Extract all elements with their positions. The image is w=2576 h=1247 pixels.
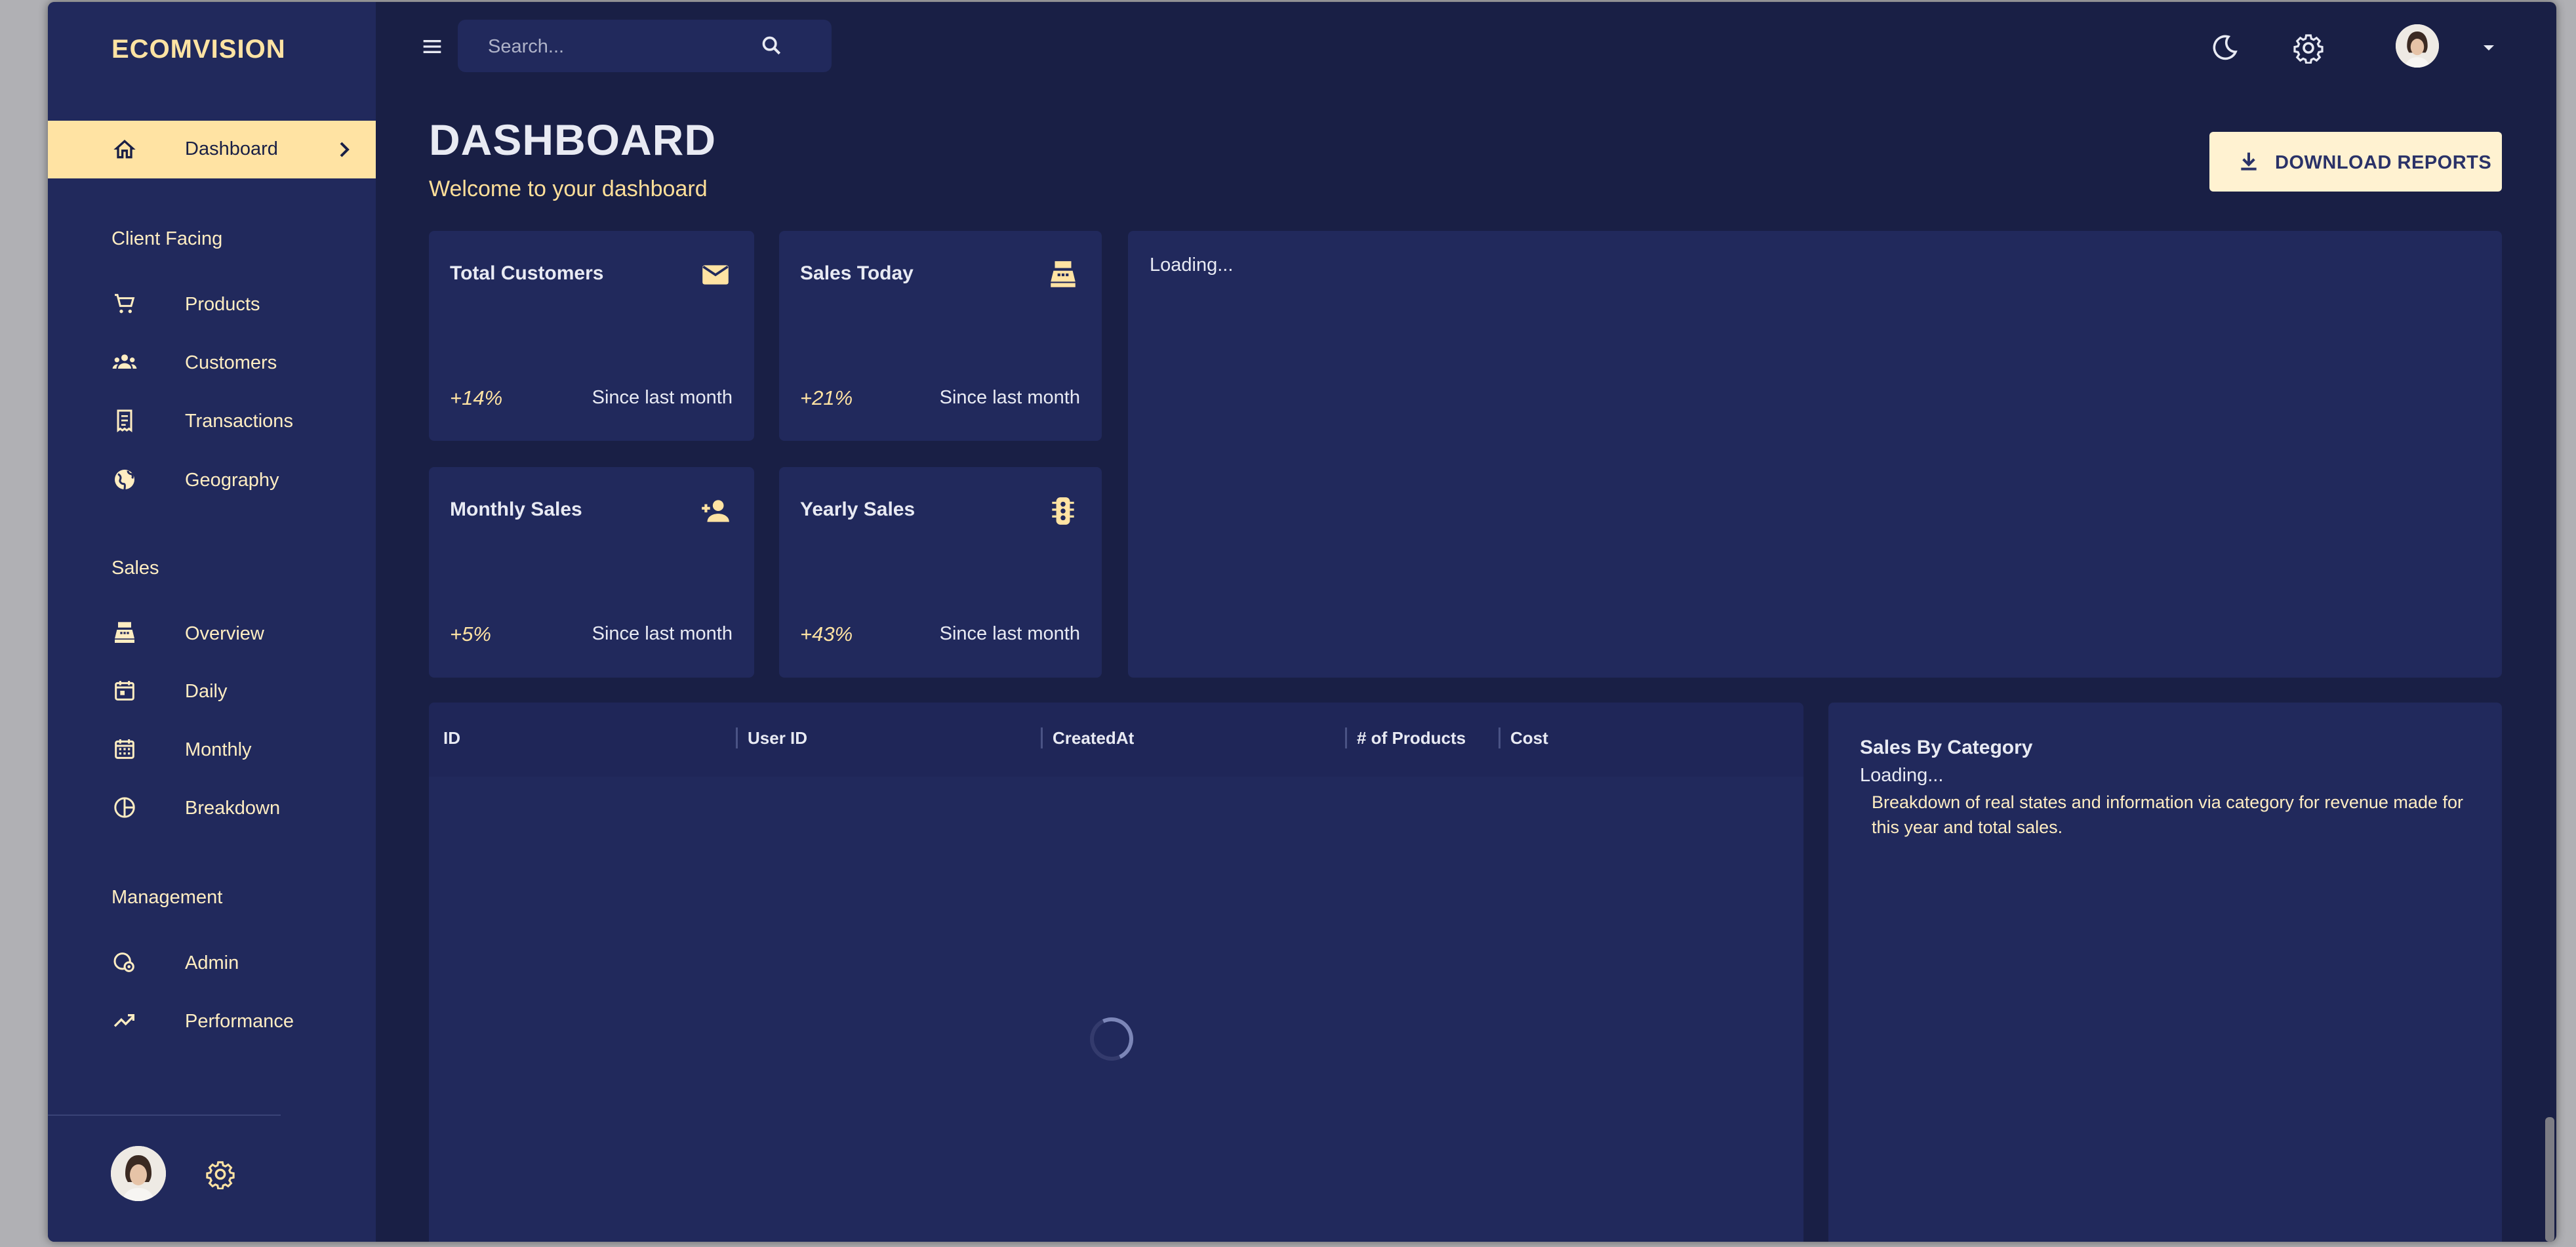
stat-card-sales-today: Sales Today +21% Since last month xyxy=(779,231,1102,441)
gear-icon[interactable] xyxy=(205,1159,235,1189)
stat-increase: +5% xyxy=(450,623,491,645)
download-reports-button[interactable]: DOWNLOAD REPORTS xyxy=(2209,132,2502,192)
avatar-image xyxy=(2396,24,2439,68)
sidebar-item-customers[interactable]: Customers xyxy=(48,338,376,386)
settings-icon[interactable] xyxy=(2293,32,2324,64)
stat-increase: +43% xyxy=(800,623,853,645)
overview-chart-panel: Loading... xyxy=(1128,231,2502,678)
brand-logo[interactable]: ECOMVISION xyxy=(111,35,286,64)
sidebar-item-label: Transactions xyxy=(185,411,293,432)
sidebar-item-label: Dashboard xyxy=(185,138,278,159)
column-header-user-id[interactable]: User ID xyxy=(748,728,807,748)
search-icon[interactable] xyxy=(759,33,785,59)
sidebar-item-products[interactable]: Products xyxy=(48,280,376,327)
column-header-id[interactable]: ID xyxy=(443,728,460,748)
stat-card-yearly-sales: Yearly Sales +43% Since last month xyxy=(779,467,1102,678)
section-sales: Sales xyxy=(111,558,159,579)
stat-title: Yearly Sales xyxy=(800,499,916,520)
transactions-table: ID User ID CreatedAt # of Products Cost xyxy=(429,703,1803,1242)
stat-card-monthly-sales: Monthly Sales +5% Since last month xyxy=(429,467,754,678)
sidebar-item-label: Daily xyxy=(185,681,228,702)
sidebar-item-label: Monthly xyxy=(185,739,252,760)
loading-text: Loading... xyxy=(1860,765,1944,786)
column-separator[interactable] xyxy=(1041,727,1043,748)
download-reports-label: DOWNLOAD REPORTS xyxy=(2275,152,2492,173)
avatar-image xyxy=(111,1146,166,1201)
column-header-cost[interactable]: Cost xyxy=(1510,728,1548,748)
page-title: DASHBOARD xyxy=(429,115,716,164)
sidebar-item-performance[interactable]: Performance xyxy=(48,997,376,1044)
stat-description: Since last month xyxy=(939,387,1080,408)
page-scrollbar[interactable] xyxy=(2545,1117,2554,1242)
sidebar-item-label: Customers xyxy=(185,352,277,373)
loading-spinner xyxy=(1083,1011,1140,1067)
sidebar-item-transactions[interactable]: Transactions xyxy=(48,397,376,444)
sidebar-item-daily[interactable]: Daily xyxy=(48,667,376,714)
menu-icon[interactable] xyxy=(419,33,445,60)
stat-description: Since last month xyxy=(939,623,1080,644)
sidebar-item-label: Admin xyxy=(185,952,239,973)
sales-by-category-title: Sales By Category xyxy=(1860,737,2033,758)
sidebar-item-admin[interactable]: Admin xyxy=(48,939,376,986)
loading-text: Loading... xyxy=(1150,255,1234,276)
avatar[interactable] xyxy=(111,1146,166,1201)
stat-title: Monthly Sales xyxy=(450,499,582,520)
download-icon xyxy=(2241,152,2257,171)
arrow-drop-down-icon[interactable] xyxy=(2478,37,2499,58)
globe-icon xyxy=(115,470,134,490)
calendar-month-icon xyxy=(115,739,134,759)
column-separator[interactable] xyxy=(1499,727,1500,748)
sidebar-item-monthly[interactable]: Monthly xyxy=(48,726,376,773)
stat-title: Sales Today xyxy=(800,262,914,284)
email-icon xyxy=(702,265,729,285)
trending-up-icon xyxy=(113,1014,134,1027)
point-of-sale-icon xyxy=(115,622,134,643)
sidebar-item-breakdown[interactable]: Breakdown xyxy=(48,784,376,831)
sidebar-item-overview[interactable]: Overview xyxy=(48,609,376,657)
stat-increase: +21% xyxy=(800,386,853,409)
sidebar-item-label: Breakdown xyxy=(185,798,281,819)
column-header-created-at[interactable]: CreatedAt xyxy=(1053,728,1134,748)
app-window: ECOMVISION Dashboard Client Facing Produ… xyxy=(48,2,2556,1242)
stat-description: Since last month xyxy=(592,623,733,644)
sidebar-divider xyxy=(48,1114,281,1116)
home-icon xyxy=(113,140,136,159)
receipt-icon xyxy=(117,409,132,432)
avatar[interactable] xyxy=(2396,24,2439,68)
point-of-sale-icon xyxy=(1051,261,1076,287)
page-subtitle: Welcome to your dashboard xyxy=(429,176,708,201)
chevron-right-icon xyxy=(340,142,350,157)
search-input[interactable] xyxy=(487,31,752,62)
section-client-facing: Client Facing xyxy=(111,228,223,249)
column-header-products[interactable]: # of Products xyxy=(1357,728,1466,748)
sidebar: ECOMVISION Dashboard Client Facing Produ… xyxy=(48,2,376,1242)
person-add-icon xyxy=(702,500,729,522)
section-management: Management xyxy=(111,887,223,908)
dark-mode-icon[interactable] xyxy=(2209,32,2240,64)
column-separator[interactable] xyxy=(736,727,738,748)
stat-card-total-customers: Total Customers +14% Since last month xyxy=(429,231,754,441)
table-header: ID User ID CreatedAt # of Products Cost xyxy=(429,703,1803,777)
sidebar-item-label: Overview xyxy=(185,623,264,644)
admin-icon xyxy=(113,952,134,972)
stat-description: Since last month xyxy=(592,387,733,408)
sidebar-item-label: Performance xyxy=(185,1011,294,1032)
sidebar-item-label: Products xyxy=(185,294,260,315)
pie-chart-icon xyxy=(114,797,135,818)
shopping-cart-icon xyxy=(115,294,135,314)
traffic-icon xyxy=(1052,497,1074,525)
sidebar-item-label: Geography xyxy=(185,470,279,491)
stat-title: Total Customers xyxy=(450,262,604,284)
column-separator[interactable] xyxy=(1345,727,1347,748)
sales-by-category-description: Breakdown of real states and information… xyxy=(1872,792,2463,837)
stat-increase: +14% xyxy=(450,386,503,409)
sidebar-item-geography[interactable]: Geography xyxy=(48,456,376,503)
calendar-today-icon xyxy=(115,681,134,701)
sidebar-item-dashboard[interactable]: Dashboard xyxy=(48,121,376,178)
search-bar xyxy=(458,20,832,72)
sales-by-category-panel: Sales By Category Loading... Breakdown o… xyxy=(1828,703,2502,1242)
groups-icon xyxy=(112,354,137,369)
